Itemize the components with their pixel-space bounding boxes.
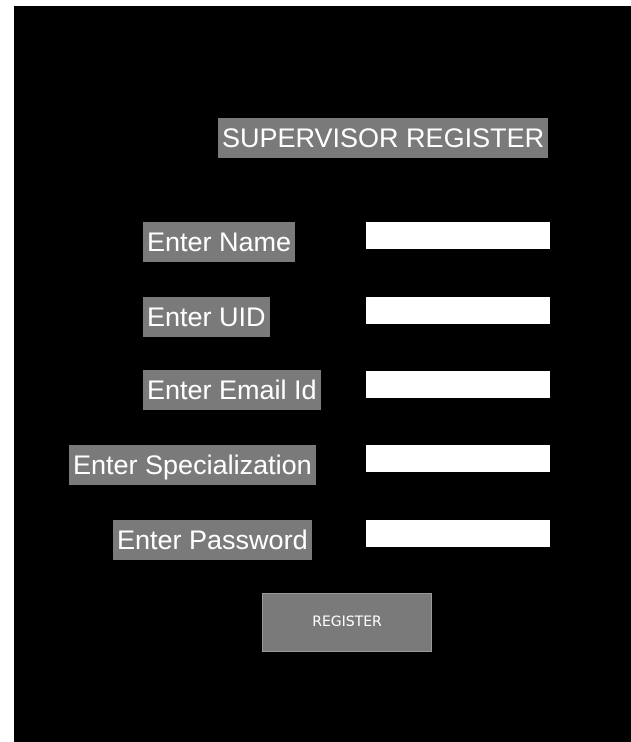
email-label: Enter Email Id: [143, 370, 321, 410]
password-label: Enter Password: [113, 520, 312, 560]
specialization-label: Enter Specialization: [69, 445, 316, 485]
register-button[interactable]: REGISTER: [262, 593, 432, 652]
page-title: SUPERVISOR REGISTER: [218, 118, 549, 158]
specialization-input[interactable]: [366, 445, 550, 472]
uid-input[interactable]: [366, 297, 550, 324]
uid-label: Enter UID: [143, 297, 270, 337]
password-input[interactable]: [366, 520, 550, 547]
name-input[interactable]: [366, 222, 550, 249]
email-input[interactable]: [366, 371, 550, 398]
name-label: Enter Name: [143, 222, 296, 262]
